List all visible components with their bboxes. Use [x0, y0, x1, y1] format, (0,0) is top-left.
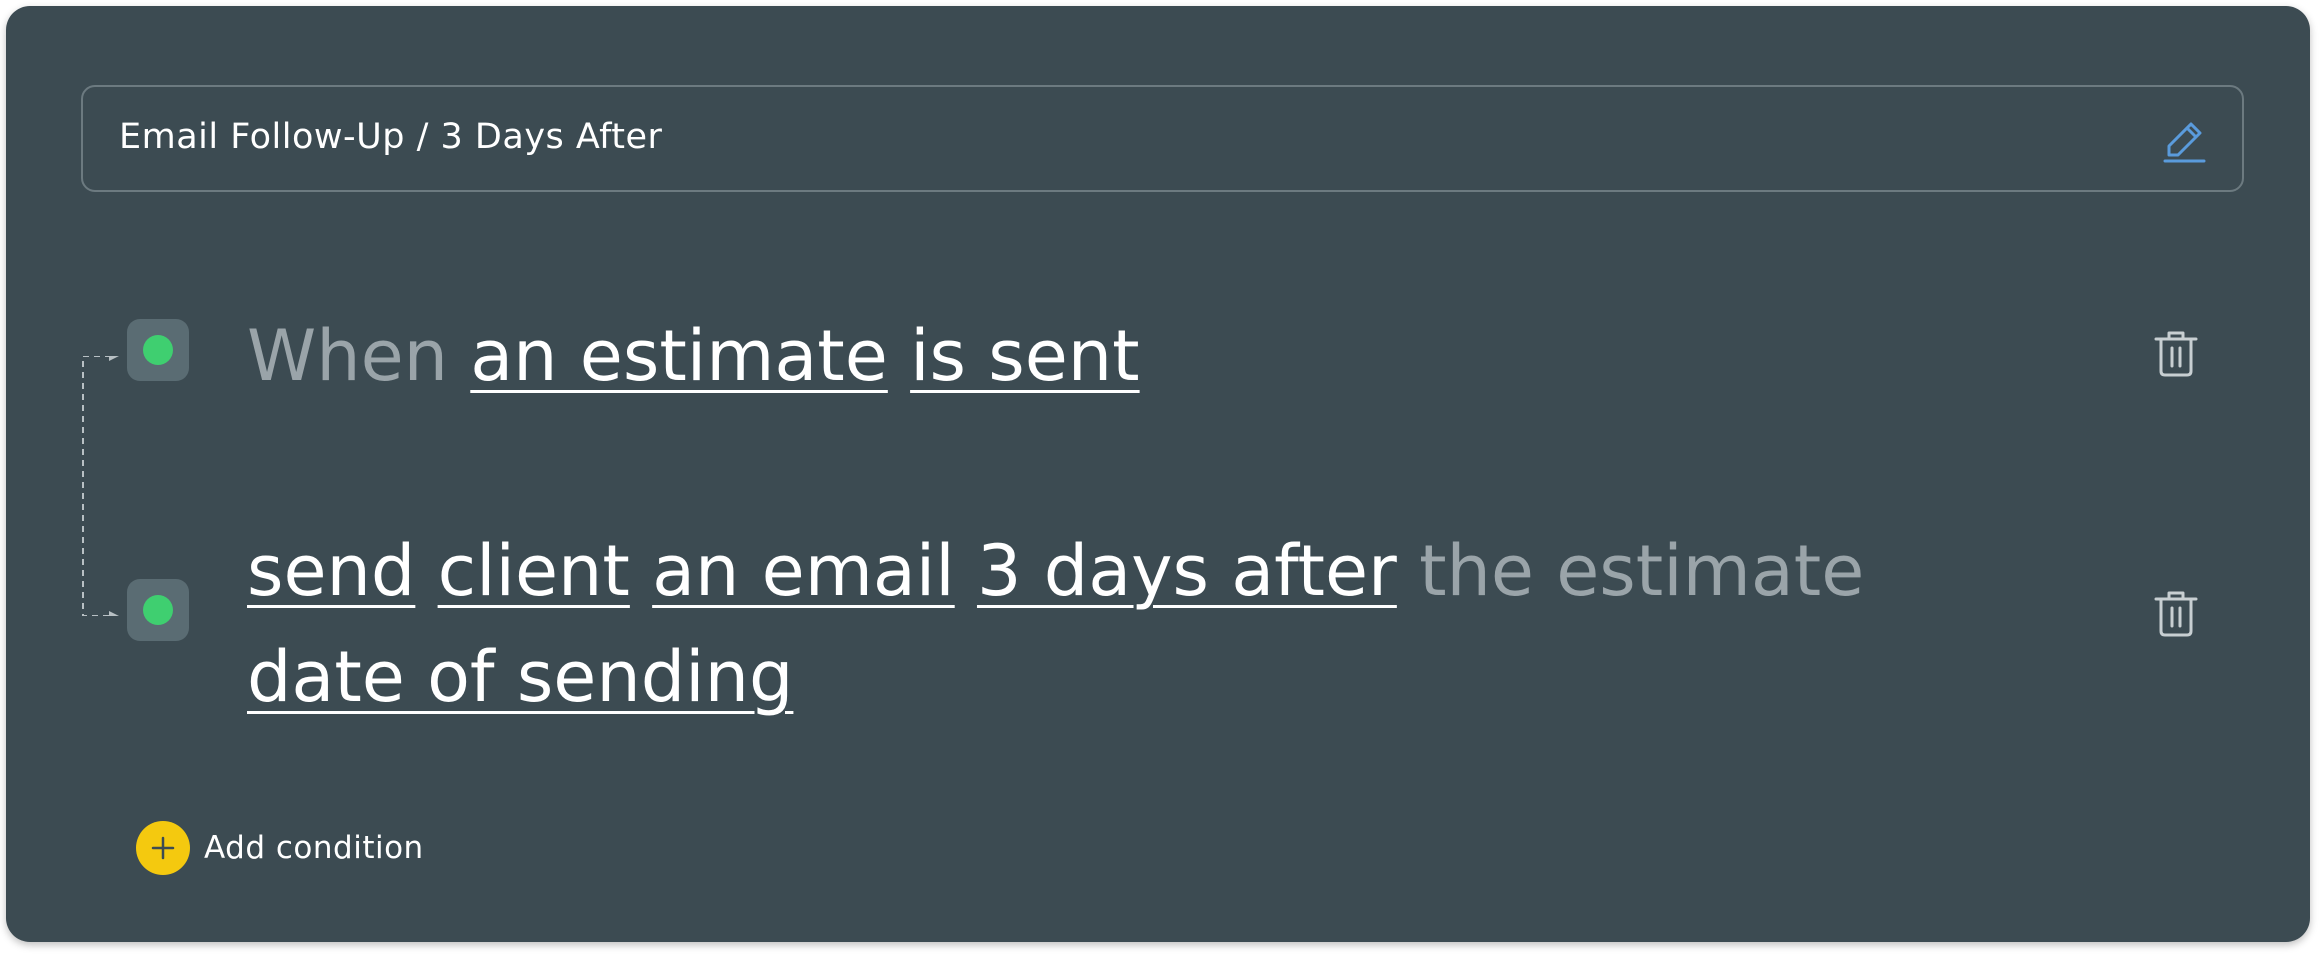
rule-status-indicator [127, 579, 189, 641]
edit-title-button[interactable] [2160, 115, 2210, 165]
token-delay[interactable]: 3 days after [977, 530, 1397, 612]
trash-icon [2154, 331, 2198, 377]
active-dot [143, 595, 173, 625]
delete-rule-button[interactable] [2150, 587, 2202, 639]
add-condition-button[interactable]: Add condition [136, 821, 424, 875]
token-message-type[interactable]: an email [652, 530, 955, 612]
trash-icon [2154, 591, 2198, 637]
rule-keyword-when: When [247, 315, 449, 397]
token-action[interactable]: send [247, 530, 415, 612]
action-rule-line-1: send client an email 3 days after the es… [247, 518, 1864, 625]
token-event[interactable]: is sent [910, 315, 1140, 397]
pencil-icon [2163, 122, 2206, 163]
trigger-rule: When an estimate is sent [247, 303, 1140, 410]
action-rule-line-2: date of sending [247, 624, 793, 731]
token-subject[interactable]: an estimate [470, 315, 888, 397]
delete-rule-button[interactable] [2150, 327, 2202, 379]
token-reference-date[interactable]: date of sending [247, 636, 793, 718]
rule-connector [82, 356, 119, 616]
plus-icon [136, 821, 190, 875]
add-condition-label: Add condition [204, 830, 424, 866]
rule-status-indicator [127, 319, 189, 381]
rule-text-muted: the estimate [1419, 530, 1865, 612]
automation-title: Email Follow-Up / 3 Days After [119, 117, 663, 157]
automation-title-field[interactable]: Email Follow-Up / 3 Days After [81, 85, 2244, 192]
active-dot [143, 335, 173, 365]
automation-card: Email Follow-Up / 3 Days After When an e… [6, 6, 2310, 942]
token-recipient[interactable]: client [438, 530, 630, 612]
